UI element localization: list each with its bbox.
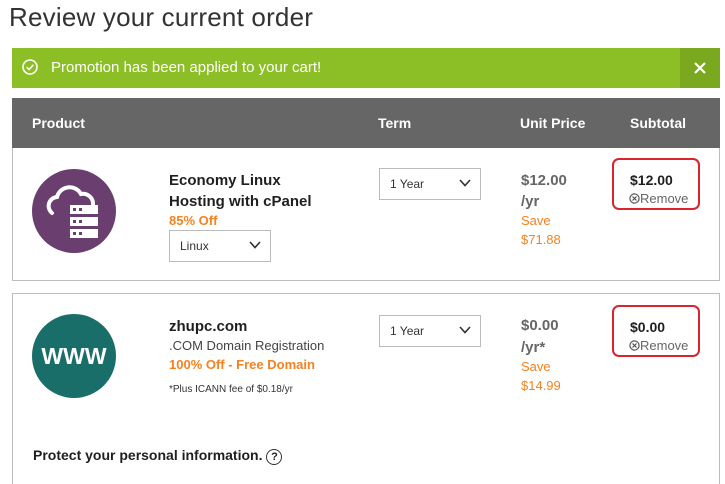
subtotal-amount: $12.00 — [630, 172, 673, 188]
close-icon — [694, 62, 706, 74]
unit-price: $0.00 — [521, 317, 559, 334]
unit-price-period: /yr — [521, 193, 540, 210]
column-header-unit-price: Unit Price — [520, 115, 586, 131]
remove-circle-icon — [629, 193, 640, 204]
column-header-product: Product — [32, 115, 85, 131]
save-amount: $71.88 — [521, 232, 561, 247]
domain-description: .COM Domain Registration — [169, 338, 325, 353]
page-title: Review your current order — [9, 2, 314, 32]
domain-name: zhupc.com — [169, 318, 248, 335]
icann-fee-note: *Plus ICANN fee of $0.18/yr — [169, 384, 293, 395]
discount-label: 100% Off - Free Domain — [169, 357, 315, 372]
remove-button[interactable]: Remove — [629, 191, 688, 206]
www-domain-icon: WWW — [32, 314, 116, 398]
os-select-value: Linux — [180, 239, 209, 253]
promotion-banner: Promotion has been applied to your cart! — [12, 48, 720, 88]
os-select[interactable]: Linux — [169, 230, 271, 262]
www-icon-text: WWW — [41, 343, 106, 369]
subtotal-box: $0.00 Remove — [612, 305, 700, 357]
term-select[interactable]: 1 Year — [379, 315, 481, 347]
privacy-heading: Protect your personal information.? — [33, 447, 283, 465]
table-header: Product Term Unit Price Subtotal — [12, 98, 720, 148]
product-name-line1: Economy Linux — [169, 172, 281, 189]
discount-label: 85% Off — [169, 213, 218, 228]
check-circle-icon — [22, 59, 38, 75]
column-header-subtotal: Subtotal — [630, 115, 686, 131]
chevron-down-icon — [459, 179, 471, 187]
chevron-down-icon — [249, 241, 261, 249]
term-select[interactable]: 1 Year — [379, 168, 481, 200]
subtotal-amount: $0.00 — [630, 319, 666, 335]
help-icon[interactable]: ? — [266, 449, 283, 465]
remove-label: Remove — [640, 338, 689, 353]
remove-label: Remove — [640, 191, 689, 206]
hosting-cloud-server-icon — [32, 169, 116, 253]
save-label: Save — [521, 359, 551, 374]
cart-item-domain: WWW zhupc.com .COM Domain Registration 1… — [12, 293, 720, 484]
subtotal-box: $12.00 Remove — [612, 158, 700, 210]
term-select-value: 1 Year — [390, 177, 425, 191]
term-select-value: 1 Year — [390, 324, 425, 338]
save-label: Save — [521, 213, 551, 228]
save-amount: $14.99 — [521, 378, 561, 393]
privacy-heading-text: Protect your personal information. — [33, 447, 263, 463]
promotion-message: Promotion has been applied to your cart! — [51, 59, 322, 76]
column-header-term: Term — [378, 115, 412, 131]
unit-price-period: /yr* — [521, 339, 546, 356]
remove-circle-icon — [629, 340, 640, 351]
close-banner-button[interactable] — [680, 48, 720, 88]
product-name-line2: Hosting with cPanel — [169, 193, 312, 210]
unit-price: $12.00 — [521, 172, 567, 189]
chevron-down-icon — [459, 326, 471, 334]
remove-button[interactable]: Remove — [629, 338, 688, 353]
cart-item-hosting: Economy Linux Hosting with cPanel 85% Of… — [12, 148, 720, 281]
